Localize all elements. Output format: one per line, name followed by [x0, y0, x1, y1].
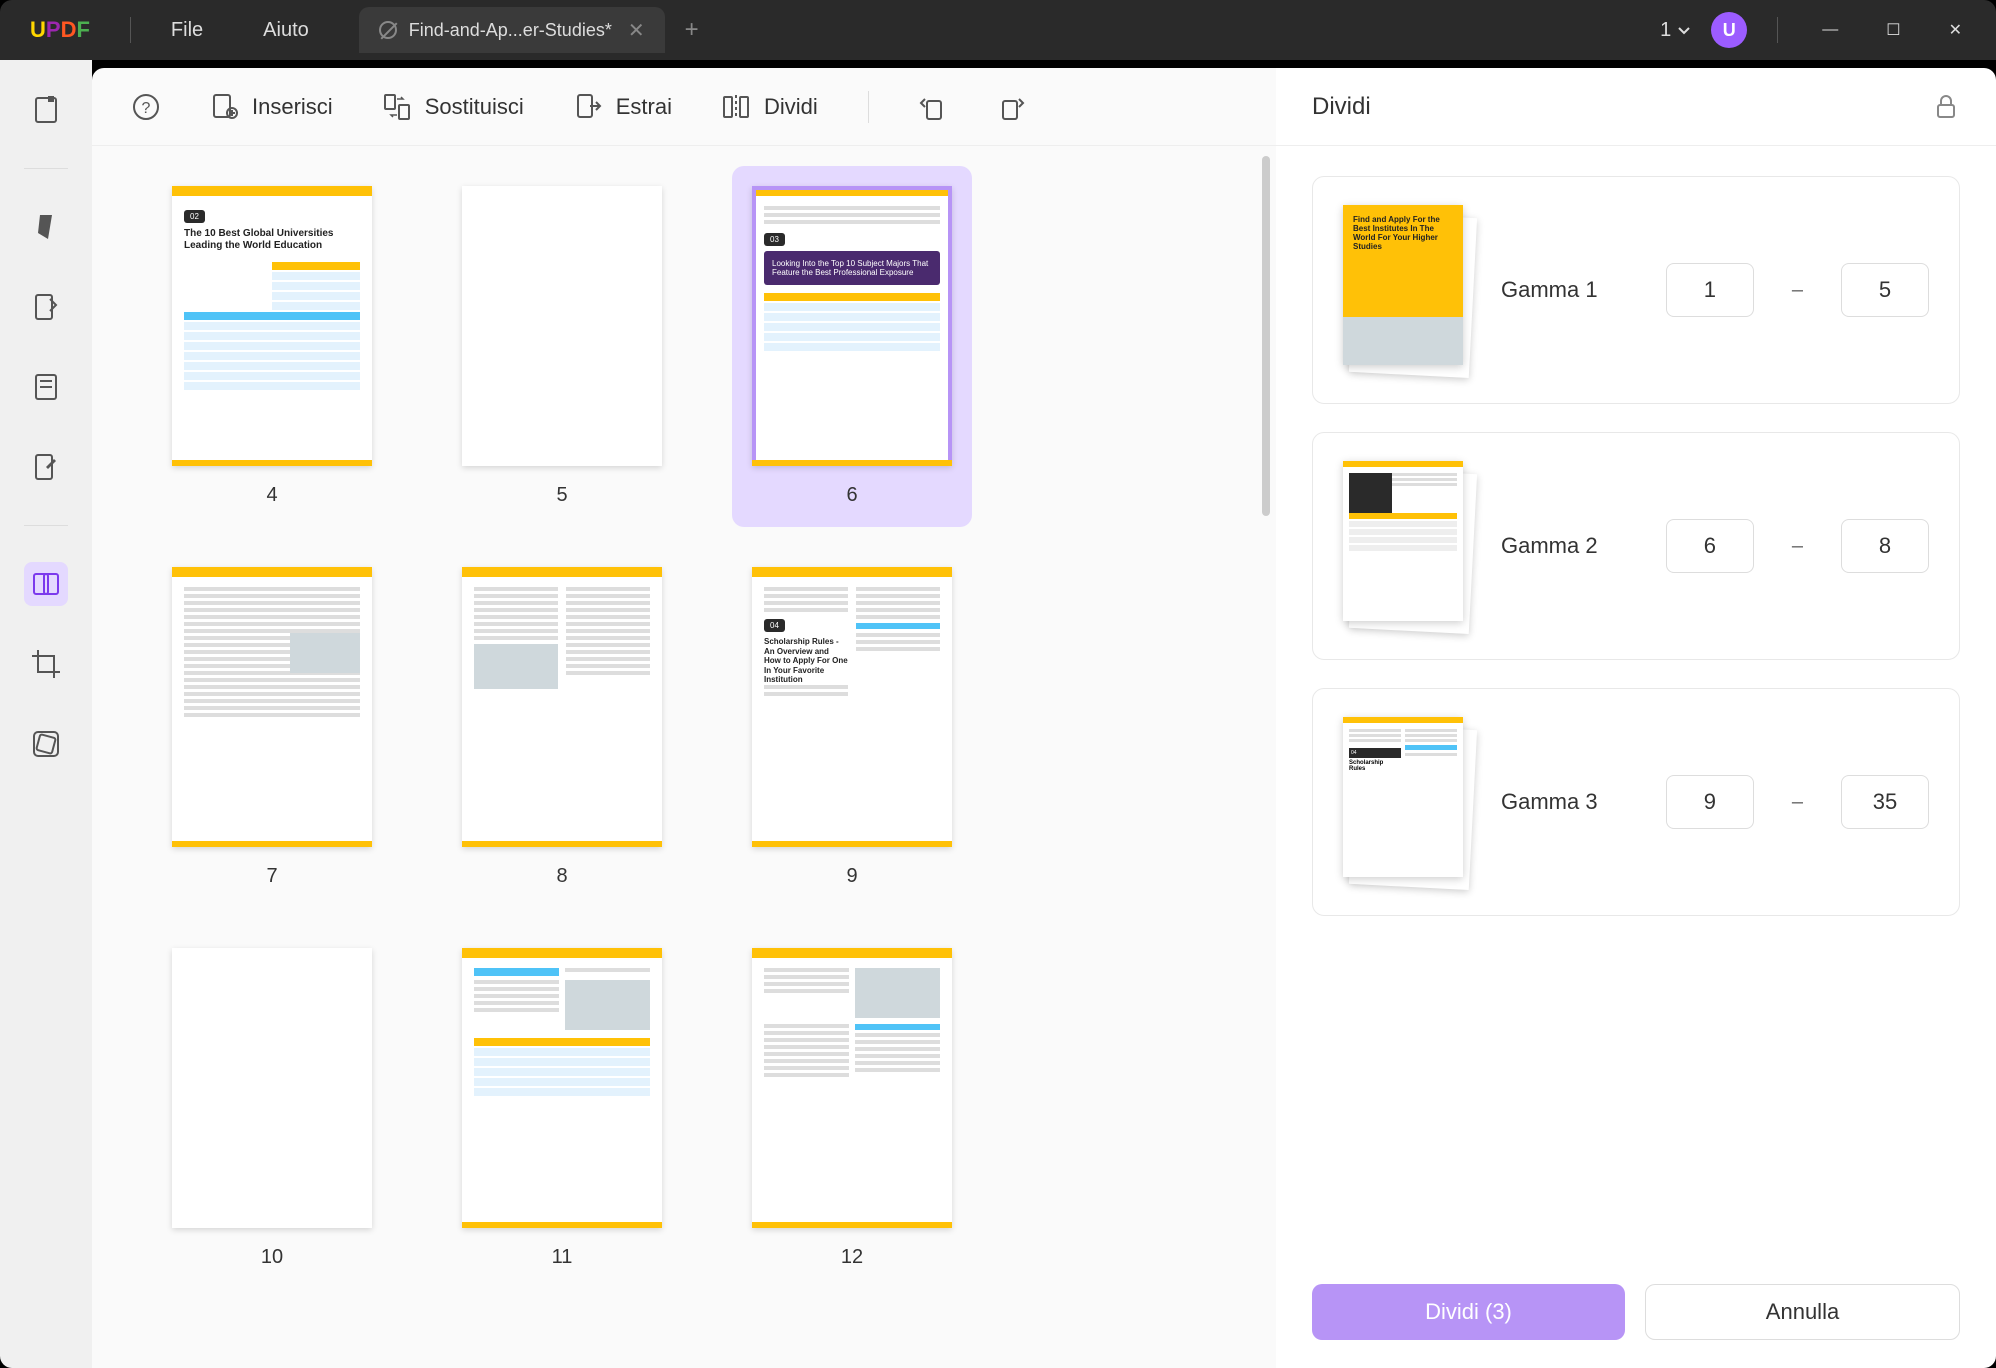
maximize-button[interactable]: ☐ [1872, 20, 1914, 40]
edit-tool-icon[interactable] [24, 285, 68, 329]
rotate-left-button[interactable] [919, 93, 947, 121]
group-thumbnail: Find and Apply For the Best Institutes I… [1343, 205, 1473, 375]
range-from-input[interactable] [1666, 519, 1754, 573]
svg-text:?: ? [142, 100, 151, 117]
rotate-right-button[interactable] [997, 93, 1025, 121]
range-separator: – [1792, 791, 1803, 814]
page-number: 4 [266, 484, 277, 507]
page-number: 9 [846, 865, 857, 888]
comment-tool-icon[interactable] [24, 205, 68, 249]
range-to-input[interactable] [1841, 263, 1929, 317]
page-thumbnail[interactable]: 04Scholarship Rules - An Overview and Ho… [752, 567, 952, 888]
panel-footer: Dividi (3) Annulla [1276, 1256, 1996, 1368]
divider [868, 91, 869, 123]
split-group-card: Find and Apply For the Best Institutes I… [1312, 176, 1960, 404]
chevron-down-icon [1677, 23, 1691, 37]
organize-toolbar: ? Inserisci Sostituisci Estrai Dividi [92, 68, 1276, 146]
crop-tool-icon[interactable] [24, 642, 68, 686]
split-panel: Dividi Find and Apply For the Best Insti… [1276, 68, 1996, 1368]
range-from-input[interactable] [1666, 775, 1754, 829]
reader-tool-icon[interactable] [24, 88, 68, 132]
range-from-input[interactable] [1666, 263, 1754, 317]
main-content: ? Inserisci Sostituisci Estrai Dividi [92, 68, 1276, 1368]
page-thumbnail[interactable]: 8 [462, 567, 662, 888]
replace-icon [383, 93, 411, 121]
split-group-list: Find and Apply For the Best Institutes I… [1276, 146, 1996, 1256]
page-number: 6 [846, 484, 857, 507]
group-name: Gamma 2 [1501, 533, 1638, 559]
app-logo: UPDF [0, 17, 120, 43]
group-name: Gamma 1 [1501, 277, 1638, 303]
help-icon: ? [132, 93, 160, 121]
group-thumbnail: 04Scholarship Rules [1343, 717, 1473, 887]
menu-help[interactable]: Aiuto [233, 19, 339, 42]
divider [24, 525, 68, 526]
page-thumbnail[interactable]: 02 The 10 Best Global Universities Leadi… [172, 186, 372, 507]
range-to-input[interactable] [1841, 775, 1929, 829]
page-thumbnail[interactable]: 10 [172, 948, 372, 1269]
page-number: 12 [841, 1246, 863, 1269]
cancel-button[interactable]: Annulla [1645, 1284, 1960, 1340]
page-number: 8 [556, 865, 567, 888]
help-button[interactable]: ? [132, 93, 160, 121]
page-thumbnail-selected[interactable]: 03 Looking Into the Top 10 Subject Major… [732, 166, 972, 527]
insert-button[interactable]: Inserisci [210, 93, 333, 121]
extract-icon [574, 93, 602, 121]
left-sidebar [0, 60, 92, 1368]
tab-title: Find-and-Ap...er-Studies* [409, 20, 612, 41]
extract-button[interactable]: Estrai [574, 93, 672, 121]
group-thumbnail [1343, 461, 1473, 631]
page-number: 10 [261, 1246, 283, 1269]
rotate-left-icon [919, 93, 947, 121]
user-avatar[interactable]: U [1711, 12, 1747, 48]
tab-status-icon [379, 21, 397, 39]
scrollbar[interactable] [1262, 156, 1270, 516]
split-button[interactable]: Dividi [722, 93, 818, 121]
panel-header: Dividi [1276, 68, 1996, 146]
redact-tool-icon[interactable] [24, 722, 68, 766]
page-thumbnail[interactable]: 11 [462, 948, 662, 1269]
menu-file[interactable]: File [141, 19, 233, 42]
page-thumbnail[interactable]: 12 [752, 948, 952, 1269]
range-separator: – [1792, 279, 1803, 302]
divider [1777, 17, 1778, 43]
split-icon [722, 93, 750, 121]
panel-title: Dividi [1312, 93, 1371, 121]
close-window-button[interactable]: ✕ [1935, 20, 1976, 40]
page-thumbnail[interactable]: 5 [462, 186, 662, 507]
range-separator: – [1792, 535, 1803, 558]
page-number: 5 [556, 484, 567, 507]
title-bar: UPDF File Aiuto Find-and-Ap...er-Studies… [0, 0, 1996, 60]
page-number: 7 [266, 865, 277, 888]
insert-icon [210, 93, 238, 121]
split-group-card: Gamma 2 – [1312, 432, 1960, 660]
lock-icon[interactable] [1932, 93, 1960, 121]
new-tab-button[interactable]: + [685, 16, 699, 44]
form-tool-icon[interactable] [24, 365, 68, 409]
minimize-button[interactable]: — [1808, 21, 1852, 39]
split-group-card: 04Scholarship Rules Gamma 3 – [1312, 688, 1960, 916]
rotate-right-icon [997, 93, 1025, 121]
divider [130, 17, 131, 43]
group-name: Gamma 3 [1501, 789, 1638, 815]
page-thumbnail[interactable]: 7 [172, 567, 372, 888]
replace-button[interactable]: Sostituisci [383, 93, 524, 121]
split-confirm-button[interactable]: Dividi (3) [1312, 1284, 1625, 1340]
page-number: 11 [552, 1246, 573, 1269]
range-to-input[interactable] [1841, 519, 1929, 573]
close-tab-icon[interactable]: ✕ [628, 18, 645, 43]
fill-sign-tool-icon[interactable] [24, 445, 68, 489]
thumbnail-area: 02 The 10 Best Global Universities Leadi… [92, 146, 1276, 1368]
organize-pages-tool-icon[interactable] [24, 562, 68, 606]
divider [24, 168, 68, 169]
document-tab[interactable]: Find-and-Ap...er-Studies* ✕ [359, 7, 665, 53]
page-indicator[interactable]: 1 [1660, 19, 1691, 42]
